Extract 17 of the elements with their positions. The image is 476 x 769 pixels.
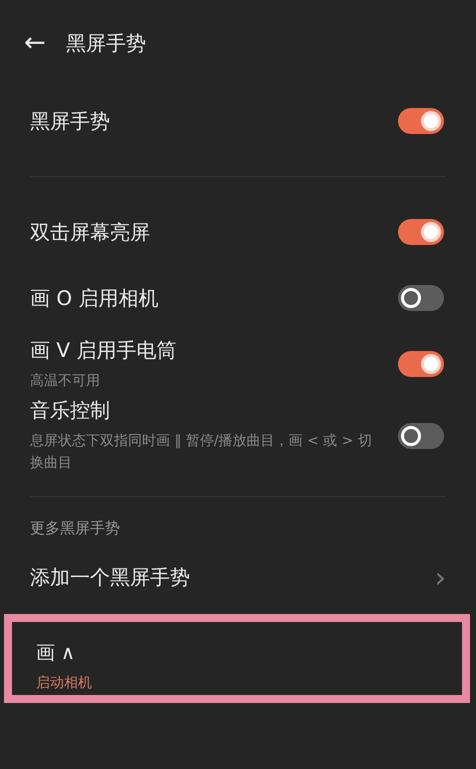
setting-description: 高温不可用 bbox=[30, 372, 101, 390]
toggle-switch[interactable] bbox=[398, 351, 444, 377]
back-button[interactable]: ← bbox=[24, 28, 46, 58]
setting-label: 双击屏幕亮屏 bbox=[30, 218, 150, 246]
setting-label: 黑屏手势 bbox=[30, 108, 110, 134]
setting-description: 息屏状态下双指同时画 ‖ 暂停/播放曲目，画 < 或 > 切换曲目 bbox=[30, 432, 373, 473]
setting-label: 画 V 启用手电筒 bbox=[30, 336, 176, 364]
gesture-item[interactable]: 画 ∧ 启动相机 bbox=[4, 614, 470, 703]
toggle-switch[interactable] bbox=[398, 219, 444, 245]
section-heading: 更多黑屏手势 bbox=[29, 519, 121, 538]
add-gesture-item[interactable]: 添加一个黑屏手势 › bbox=[0, 544, 476, 610]
setting-label: 画 O 启用相机 bbox=[30, 284, 158, 312]
toggle-switch[interactable] bbox=[398, 422, 444, 448]
toggle-switch[interactable] bbox=[398, 108, 444, 134]
page-title: 黑屏手势 bbox=[66, 30, 146, 56]
toggle-switch[interactable] bbox=[398, 285, 444, 311]
setting-label: 音乐控制 bbox=[30, 397, 111, 424]
